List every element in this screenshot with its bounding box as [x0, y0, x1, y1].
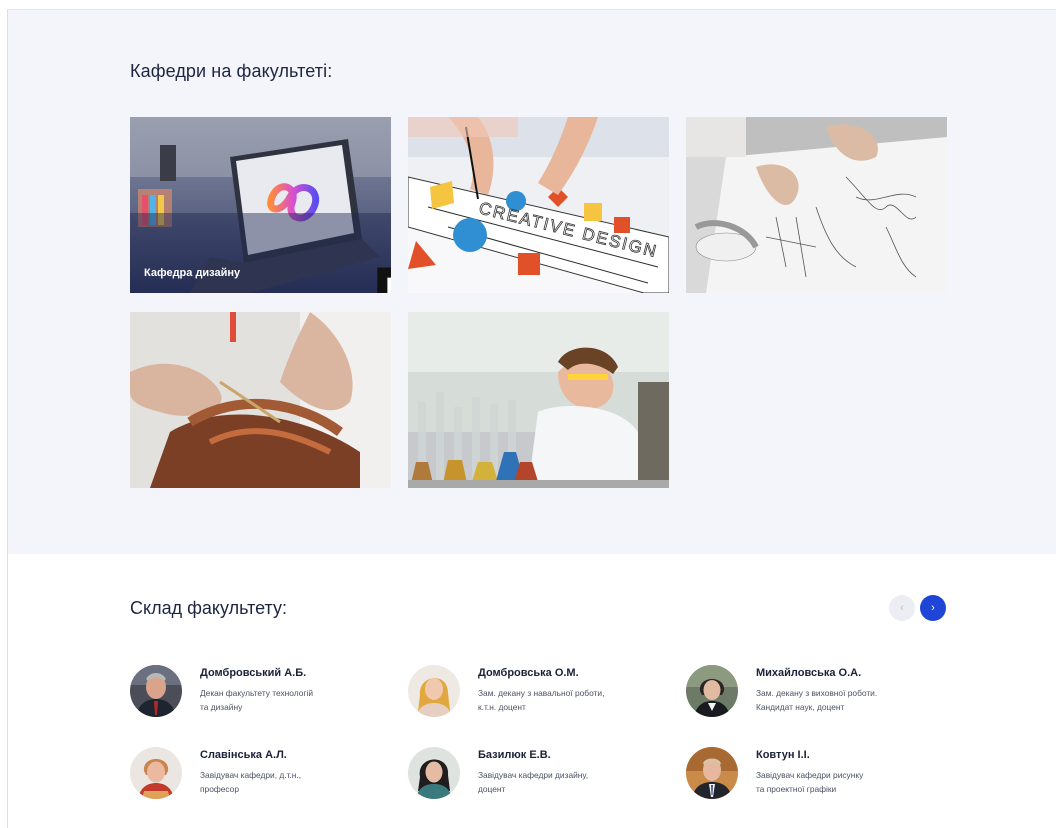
department-tile-fashion[interactable]: [686, 117, 947, 293]
staff-role-line: та проектної графіки: [756, 784, 837, 794]
staff-role-line: к.т.н. доцент: [478, 702, 526, 712]
staff-role: Декан факультету технологій та дизайну: [200, 686, 400, 714]
creative-design-photo: CREATIVE DESIGN: [408, 117, 669, 293]
staff-role-line: Завідувач кафедри, д.т.н.,: [200, 770, 302, 780]
leather-craft-photo: [130, 312, 391, 488]
staff-role-line: Зам. декану з навальної роботи,: [478, 688, 605, 698]
avatar[interactable]: [408, 665, 460, 717]
staff-card: Славінська А.Л. Завідувач кафедри, д.т.н…: [130, 747, 390, 803]
tile-caption: Кафедра дизайну: [144, 267, 241, 279]
staff-role: Завідувач кафедри рисунку та проектної г…: [756, 768, 956, 796]
staff-role-line: та дизайну: [200, 702, 243, 712]
carousel-prev-button[interactable]: ‹: [889, 595, 915, 621]
staff-name[interactable]: Славінська А.Л.: [200, 749, 287, 761]
staff-role: Завідувач кафедри дизайну, доцент: [478, 768, 678, 796]
carousel-next-button[interactable]: ›: [920, 595, 946, 621]
page-frame: Кафедри на факультеті: Кафедра дизайну C…: [7, 9, 1056, 828]
avatar[interactable]: [686, 747, 738, 799]
staff-name[interactable]: Михайловська О.А.: [756, 667, 861, 679]
hand-cursor-icon: [377, 267, 391, 293]
staff-role-line: Декан факультету технологій: [200, 688, 313, 698]
staff-role-line: доцент: [478, 784, 506, 794]
chevron-left-icon: ‹: [900, 602, 904, 614]
staff-role-line: Зам. декану з виховної роботи.: [756, 688, 878, 698]
staff-role-line: Завідувач кафедри дизайну,: [478, 770, 589, 780]
department-tile-chemistry[interactable]: [408, 312, 669, 488]
staff-card: Домбровський А.Б. Декан факультету техно…: [130, 665, 390, 721]
staff-name[interactable]: Домбровський А.Б.: [200, 667, 306, 679]
department-tile-design[interactable]: Кафедра дизайну: [130, 117, 391, 293]
chemistry-lab-photo: [408, 312, 669, 488]
avatar[interactable]: [130, 665, 182, 717]
staff-name[interactable]: Базилюк Е.В.: [478, 749, 551, 761]
avatar[interactable]: [408, 747, 460, 799]
staff-role-line: професор: [200, 784, 239, 794]
staff-role-line: Завідувач кафедри рисунку: [756, 770, 864, 780]
chevron-right-icon: ›: [931, 602, 935, 614]
staff-card: Базилюк Е.В. Завідувач кафедри дизайну, …: [408, 747, 668, 803]
staff-name[interactable]: Домбровська О.М.: [478, 667, 579, 679]
staff-role-line: Кандидат наук, доцент: [756, 702, 845, 712]
staff-card: Домбровська О.М. Зам. декану з навальної…: [408, 665, 668, 721]
staff-name[interactable]: Ковтун І.І.: [756, 749, 810, 761]
staff-role: Завідувач кафедри, д.т.н., професор: [200, 768, 400, 796]
fashion-sketch-photo: [686, 117, 947, 293]
staff-role: Зам. декану з виховної роботи. Кандидат …: [756, 686, 956, 714]
department-tile-creative-design[interactable]: CREATIVE DESIGN: [408, 117, 669, 293]
departments-section: Кафедри на факультеті: Кафедра дизайну C…: [8, 10, 1056, 554]
avatar[interactable]: [130, 747, 182, 799]
staff-title: Склад факультету:: [130, 598, 287, 618]
department-tile-leather[interactable]: [130, 312, 391, 488]
departments-title: Кафедри на факультеті:: [130, 61, 333, 81]
avatar[interactable]: [686, 665, 738, 717]
staff-role: Зам. декану з навальної роботи, к.т.н. д…: [478, 686, 678, 714]
staff-card: Ковтун І.І. Завідувач кафедри рисунку та…: [686, 747, 946, 803]
staff-card: Михайловська О.А. Зам. декану з виховної…: [686, 665, 946, 721]
